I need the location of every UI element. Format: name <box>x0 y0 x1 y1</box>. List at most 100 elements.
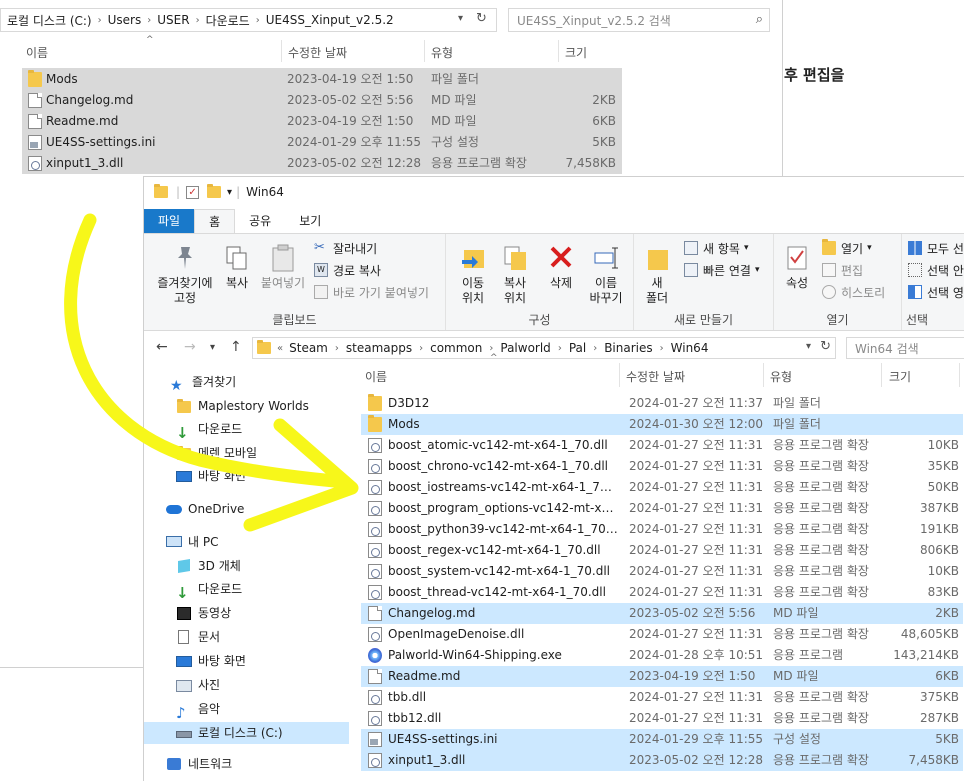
file-row[interactable]: boost_system-vc142-mt-x64-1_70.dll 2024-0… <box>361 561 963 582</box>
file-row[interactable]: Changelog.md 2023-05-02 오전 5:56 MD 파일 2KB <box>361 603 963 624</box>
col-date-header[interactable]: 수정한 날짜 <box>626 368 685 385</box>
select-none-button[interactable]: 선택 안 <box>908 260 964 280</box>
file-row[interactable]: boost_chrono-vc142-mt-x64-1_70.dll 2024-0… <box>361 456 963 477</box>
column-divider[interactable] <box>959 363 960 387</box>
customize-qat-icon[interactable]: ▾ <box>227 187 232 198</box>
back-file-row[interactable]: Changelog.md 2023-05-02 오전 5:56 MD 파일 2KB <box>22 90 622 111</box>
col-size-header[interactable]: 크기 <box>889 368 911 385</box>
rename-button[interactable]: 이름 바꾸기 <box>584 244 628 306</box>
back-file-row[interactable]: xinput1_3.dll 2023-05-02 오전 12:28 응용 프로그램 … <box>22 153 622 174</box>
sidebar-item[interactable]: 바탕 화면 <box>176 650 246 672</box>
addr-seg[interactable]: 로컬 디스크 (C:) <box>7 12 92 29</box>
tab-file[interactable]: 파일 <box>144 209 195 233</box>
tab-view[interactable]: 보기 <box>285 209 335 233</box>
addr-seg[interactable]: Users <box>108 13 142 27</box>
back-file-row[interactable]: Mods 2023-04-19 오전 1:50 파일 폴더 <box>22 69 622 90</box>
file-row[interactable]: boost_python39-vc142-mt-x64-1_70.dll 2024… <box>361 519 963 540</box>
delete-button[interactable]: 삭제 <box>544 244 578 291</box>
easy-access-button[interactable]: 빠른 연결 ▾ <box>684 260 760 280</box>
file-row[interactable]: tbb12.dll 2024-01-27 오전 11:31 응용 프로그램 확장 28… <box>361 708 963 729</box>
file-row[interactable]: D3D12 2024-01-27 오전 11:37 파일 폴더 <box>361 393 963 414</box>
addr-seg[interactable]: Pal <box>569 341 586 355</box>
addr-seg[interactable]: steamapps <box>346 341 412 355</box>
col-type-header[interactable]: 유형 <box>431 44 453 61</box>
file-row[interactable]: Mods 2024-01-30 오전 12:00 파일 폴더 <box>361 414 963 435</box>
file-row[interactable]: Palworld-Win64-Shipping.exe 2024-01-28 오후… <box>361 645 963 666</box>
chevron-down-icon[interactable]: ▾ <box>806 341 811 352</box>
column-divider[interactable] <box>281 40 282 62</box>
history-button[interactable]: 히스토리 <box>822 282 885 302</box>
up-arrow-icon[interactable]: ↑ <box>230 339 242 355</box>
back-file-row[interactable]: UE4SS-settings.ini 2024-01-29 오후 11:55 구성 … <box>22 132 622 153</box>
edit-button[interactable]: 편집 <box>822 260 863 280</box>
sidebar-item[interactable]: ↓ 다운로드 <box>176 578 242 602</box>
column-divider[interactable] <box>881 363 882 387</box>
addr-seg[interactable]: USER <box>157 13 189 27</box>
column-divider[interactable] <box>558 40 559 62</box>
col-name-header[interactable]: 이름 <box>26 44 48 61</box>
sidebar-item[interactable]: OneDrive <box>166 498 244 520</box>
col-type-header[interactable]: 유형 <box>770 368 792 385</box>
open-button[interactable]: 열기 ▾ <box>822 238 872 258</box>
refresh-icon[interactable]: ↻ <box>476 11 492 29</box>
new-item-button[interactable]: 새 항목 ▾ <box>684 238 748 258</box>
sidebar-item[interactable]: 네트워크 <box>166 753 232 775</box>
overflow-chevron-icon[interactable]: « <box>277 343 283 354</box>
sidebar-item[interactable]: Maplestory Worlds <box>176 395 309 417</box>
back-file-row[interactable]: Readme.md 2023-04-19 오전 1:50 MD 파일 6KB <box>22 111 622 132</box>
sidebar-item[interactable]: 3D 개체 <box>176 555 241 577</box>
addr-seg[interactable]: UE4SS_Xinput_v2.5.2 <box>266 13 394 27</box>
file-row[interactable]: OpenImageDenoise.dll 2024-01-27 오전 11:31 응… <box>361 624 963 645</box>
sidebar-item[interactable]: 동영상 <box>176 602 231 624</box>
column-divider[interactable] <box>763 363 764 387</box>
back-address-bar[interactable]: 로컬 디스크 (C:) › Users › USER › 다운로드 › UE4SS_Xi… <box>0 8 497 32</box>
copy-path-button[interactable]: W 경로 복사 <box>314 260 381 280</box>
pin-to-quick-access-button[interactable]: 즐겨찾기에 고정 <box>150 244 220 306</box>
properties-quick-icon[interactable]: ✓ <box>186 185 200 199</box>
file-row[interactable]: boost_program_options-vc142-mt-x64-... 20… <box>361 498 963 519</box>
column-divider[interactable] <box>619 363 620 387</box>
recent-chevron-icon[interactable]: ▾ <box>210 342 215 353</box>
copy-button[interactable]: 복사 <box>220 244 254 291</box>
file-row[interactable]: tbb.dll 2024-01-27 오전 11:31 응용 프로그램 확장 375K… <box>361 687 963 708</box>
file-row[interactable]: UE4SS-settings.ini 2024-01-29 오후 11:55 구성 … <box>361 729 963 750</box>
file-row[interactable]: boost_atomic-vc142-mt-x64-1_70.dll 2024-0… <box>361 435 963 456</box>
new-folder-button[interactable]: 새 폴더 <box>640 244 674 306</box>
back-arrow-icon[interactable]: ← <box>156 339 168 355</box>
new-folder-quick-icon[interactable] <box>207 184 222 198</box>
col-date-header[interactable]: 수정한 날짜 <box>288 44 347 61</box>
search-icon[interactable]: ⌕ <box>756 12 763 27</box>
sidebar-item[interactable]: ↓ 다운로드 <box>176 418 242 442</box>
addr-seg[interactable]: Binaries <box>604 341 652 355</box>
back-search-input[interactable]: UE4SS_Xinput_v2.5.2 검색 ⌕ <box>508 8 770 32</box>
file-row[interactable]: boost_regex-vc142-mt-x64-1_70.dll 2024-01… <box>361 540 963 561</box>
chevron-down-icon[interactable]: ▾ <box>458 13 472 27</box>
sidebar-item[interactable]: ★ 즐겨찾기 <box>170 371 236 394</box>
file-row[interactable]: boost_thread-vc142-mt-x64-1_70.dll 2024-0… <box>361 582 963 603</box>
tab-home[interactable]: 홈 <box>194 209 236 233</box>
sidebar-item[interactable]: 내 PC <box>166 531 218 553</box>
file-row[interactable]: boost_iostreams-vc142-mt-x64-1_70.dll 202… <box>361 477 963 498</box>
sidebar-item[interactable]: 문서 <box>176 626 220 648</box>
copy-to-button[interactable]: 복사 위치 <box>496 244 534 306</box>
addr-seg[interactable]: Steam <box>289 341 328 355</box>
addr-seg[interactable]: common <box>430 341 482 355</box>
sidebar-item[interactable]: 바탕 화면 <box>176 465 246 487</box>
addr-seg[interactable]: Win64 <box>671 341 709 355</box>
move-to-button[interactable]: 이동 위치 <box>454 244 492 306</box>
select-all-button[interactable]: 모두 선 <box>908 238 964 258</box>
sidebar-item[interactable]: 로컬 디스크 (C:) <box>144 722 349 744</box>
front-address-bar[interactable]: « Steam › steamapps › common › Palworld › Pa… <box>252 337 836 359</box>
column-divider[interactable] <box>424 40 425 62</box>
refresh-icon[interactable]: ↻ <box>820 339 831 354</box>
properties-button[interactable]: 속성 <box>780 244 814 291</box>
tab-share[interactable]: 공유 <box>235 209 285 233</box>
col-size-header[interactable]: 크기 <box>565 44 587 61</box>
addr-seg[interactable]: 다운로드 <box>206 12 250 29</box>
sidebar-item[interactable]: 메렌 모바일 <box>176 442 257 464</box>
forward-arrow-icon[interactable]: → <box>184 339 196 355</box>
addr-seg[interactable]: Palworld <box>500 341 550 355</box>
paste-button[interactable]: 붙여넣기 <box>256 244 310 291</box>
file-row[interactable]: xinput1_3.dll 2023-05-02 오전 12:28 응용 프로그램 … <box>361 750 963 771</box>
cut-button[interactable]: ✂ 잘라내기 <box>314 238 377 258</box>
